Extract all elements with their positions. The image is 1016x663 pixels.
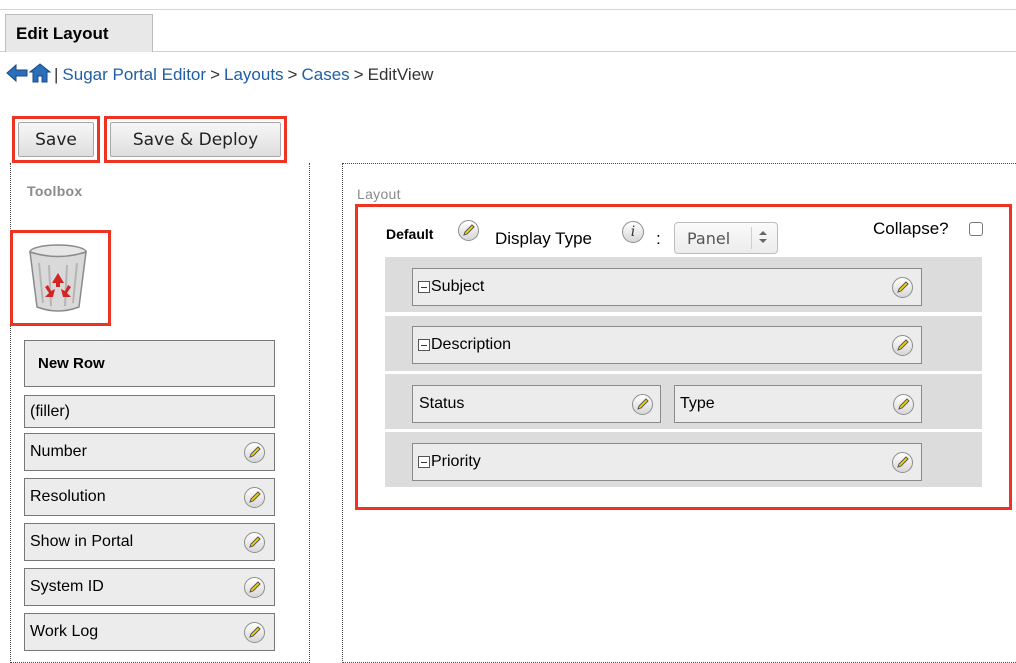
toolbox-field-show-in-portal[interactable]: Show in Portal bbox=[24, 523, 275, 561]
tab-edit-layout[interactable]: Edit Layout bbox=[5, 14, 153, 52]
layout-field-priority[interactable]: Priority bbox=[412, 443, 922, 481]
back-arrow-icon[interactable] bbox=[6, 63, 28, 88]
breadcrumb-sugar-portal-editor[interactable]: Sugar Portal Editor bbox=[62, 65, 206, 85]
edit-pencil-icon[interactable] bbox=[244, 532, 265, 553]
toolbox-filler[interactable]: (filler) bbox=[24, 395, 275, 428]
select-divider bbox=[751, 227, 752, 249]
toolbox-field-label: Resolution bbox=[30, 488, 106, 505]
layout-field-status[interactable]: Status bbox=[412, 385, 661, 423]
toolbox-title: Toolbox bbox=[27, 183, 83, 199]
toolbox-field-number[interactable]: Number bbox=[24, 433, 275, 471]
edit-pencil-icon[interactable] bbox=[632, 394, 653, 415]
trash-icon[interactable] bbox=[27, 243, 89, 313]
edit-pencil-icon[interactable] bbox=[892, 277, 913, 298]
breadcrumb-cases[interactable]: Cases bbox=[301, 65, 349, 85]
panel-edit-pencil-icon[interactable] bbox=[458, 220, 479, 241]
edit-pencil-icon[interactable] bbox=[244, 442, 265, 463]
display-type-label: Display Type bbox=[495, 229, 593, 248]
display-type-select[interactable]: Panel bbox=[674, 222, 778, 254]
tab-underline bbox=[153, 51, 1016, 52]
toolbox-field-label: Number bbox=[30, 443, 87, 460]
minus-icon[interactable] bbox=[418, 456, 430, 468]
updown-chevron-icon bbox=[758, 229, 768, 248]
breadcrumb-editview: EditView bbox=[367, 65, 434, 84]
minus-icon[interactable] bbox=[418, 339, 430, 351]
home-icon[interactable] bbox=[28, 62, 52, 88]
layout-field-label: Status bbox=[419, 395, 465, 412]
toolbox-new-row[interactable]: New Row bbox=[24, 340, 275, 387]
layout-field-label: Priority bbox=[431, 453, 481, 470]
edit-pencil-icon[interactable] bbox=[892, 335, 913, 356]
collapse-checkbox[interactable] bbox=[969, 222, 983, 236]
breadcrumb-separator: | bbox=[54, 65, 59, 84]
filler-label: (filler) bbox=[30, 402, 70, 420]
toolbox-field-work-log[interactable]: Work Log bbox=[24, 613, 275, 651]
save-button[interactable]: Save bbox=[18, 122, 94, 157]
toolbox-field-resolution[interactable]: Resolution bbox=[24, 478, 275, 516]
layout-title: Layout bbox=[357, 186, 401, 202]
edit-pencil-icon[interactable] bbox=[893, 394, 914, 415]
layout-field-type[interactable]: Type bbox=[674, 385, 922, 423]
breadcrumb-layouts[interactable]: Layouts bbox=[224, 65, 284, 85]
breadcrumb-arrow: > bbox=[353, 65, 364, 84]
breadcrumb-arrow: > bbox=[287, 65, 298, 84]
edit-pencil-icon[interactable] bbox=[244, 577, 265, 598]
tab-underline-left bbox=[0, 51, 5, 52]
info-icon[interactable]: i bbox=[622, 221, 644, 243]
collapse-label: Collapse? bbox=[873, 219, 949, 238]
layout-field-label: Description bbox=[431, 336, 512, 353]
new-row-label: New Row bbox=[38, 355, 105, 372]
breadcrumb-arrow: > bbox=[210, 65, 220, 84]
toolbox-field-system-id[interactable]: System ID bbox=[24, 568, 275, 606]
layout-field-label: Subject bbox=[431, 278, 485, 295]
layout-field-label: Type bbox=[680, 395, 715, 412]
display-type-colon: : bbox=[656, 229, 661, 248]
layout-field-subject[interactable]: Subject bbox=[412, 268, 922, 306]
layout-field-description[interactable]: Description bbox=[412, 326, 922, 364]
toolbox-field-label: System ID bbox=[30, 578, 104, 595]
edit-pencil-icon[interactable] bbox=[892, 452, 913, 473]
minus-icon[interactable] bbox=[418, 281, 430, 293]
toolbox-field-label: Work Log bbox=[30, 623, 99, 640]
edit-pencil-icon[interactable] bbox=[244, 487, 265, 508]
top-divider bbox=[0, 9, 1016, 10]
breadcrumb: | Sugar Portal Editor > Layouts > Cases … bbox=[6, 62, 433, 88]
save-deploy-button[interactable]: Save & Deploy bbox=[110, 122, 281, 157]
display-type-value: Panel bbox=[687, 228, 731, 248]
edit-pencil-icon[interactable] bbox=[244, 622, 265, 643]
toolbox-field-label: Show in Portal bbox=[30, 533, 134, 550]
panel-name: Default bbox=[386, 226, 434, 242]
